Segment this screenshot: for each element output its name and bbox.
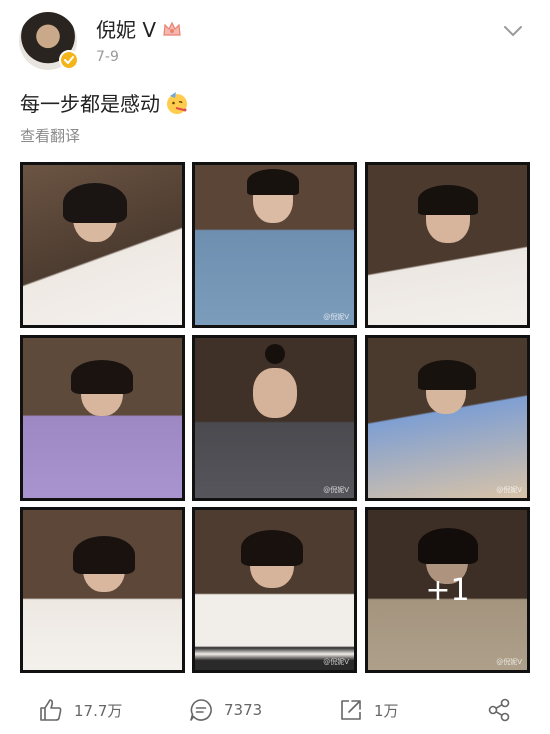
post-text: 每一步都是感动	[20, 88, 190, 117]
post-text-content: 每一步都是感动	[20, 92, 160, 116]
photo-watermark: @倪妮V	[323, 313, 349, 321]
chevron-down-icon[interactable]	[502, 22, 524, 40]
photo-6[interactable]: @倪妮V	[365, 335, 530, 501]
share-button[interactable]	[486, 690, 512, 730]
photo-9-more[interactable]: +1 @倪妮V	[365, 507, 530, 673]
photo-8[interactable]: @倪妮V	[192, 507, 357, 673]
translate-link[interactable]: 查看翻译	[20, 125, 80, 146]
comment-icon	[190, 699, 212, 721]
like-count: 17.7万	[74, 701, 123, 720]
author-name[interactable]: 倪妮 V	[96, 14, 182, 43]
photo-1[interactable]	[20, 162, 185, 328]
more-images-overlay[interactable]: +1	[368, 510, 527, 670]
repost-button[interactable]: 1万	[338, 690, 399, 730]
partying-face-emoji-icon	[167, 91, 187, 114]
photo-watermark: @倪妮V	[323, 486, 349, 494]
verified-badge-icon	[59, 50, 79, 70]
photo-4[interactable]	[20, 335, 185, 501]
share-nodes-icon	[488, 698, 510, 722]
photo-2[interactable]: @倪妮V	[192, 162, 357, 328]
more-images-count: +1	[425, 572, 470, 608]
photo-3[interactable]	[365, 162, 530, 328]
crown-badge-icon	[163, 21, 181, 36]
comment-count: 7373	[224, 701, 263, 719]
thumbs-up-icon	[40, 699, 62, 721]
post-date: 7-9	[96, 49, 119, 65]
comment-button[interactable]: 7373	[188, 690, 262, 730]
photo-watermark: @倪妮V	[323, 658, 349, 666]
repost-count: 1万	[374, 701, 399, 720]
photo-7[interactable]	[20, 507, 185, 673]
photo-watermark: @倪妮V	[496, 658, 522, 666]
share-arrow-icon	[341, 700, 361, 720]
author-name-text[interactable]: 倪妮 V	[96, 14, 156, 43]
photo-5[interactable]: @倪妮V	[192, 335, 357, 501]
photo-watermark: @倪妮V	[496, 486, 522, 494]
like-button[interactable]: 17.7万	[38, 690, 122, 730]
action-bar: 17.7万 7373 1万	[0, 690, 550, 730]
image-grid: @倪妮V @倪妮V @倪妮V @倪妮V +1 @倪妮V	[20, 162, 531, 673]
